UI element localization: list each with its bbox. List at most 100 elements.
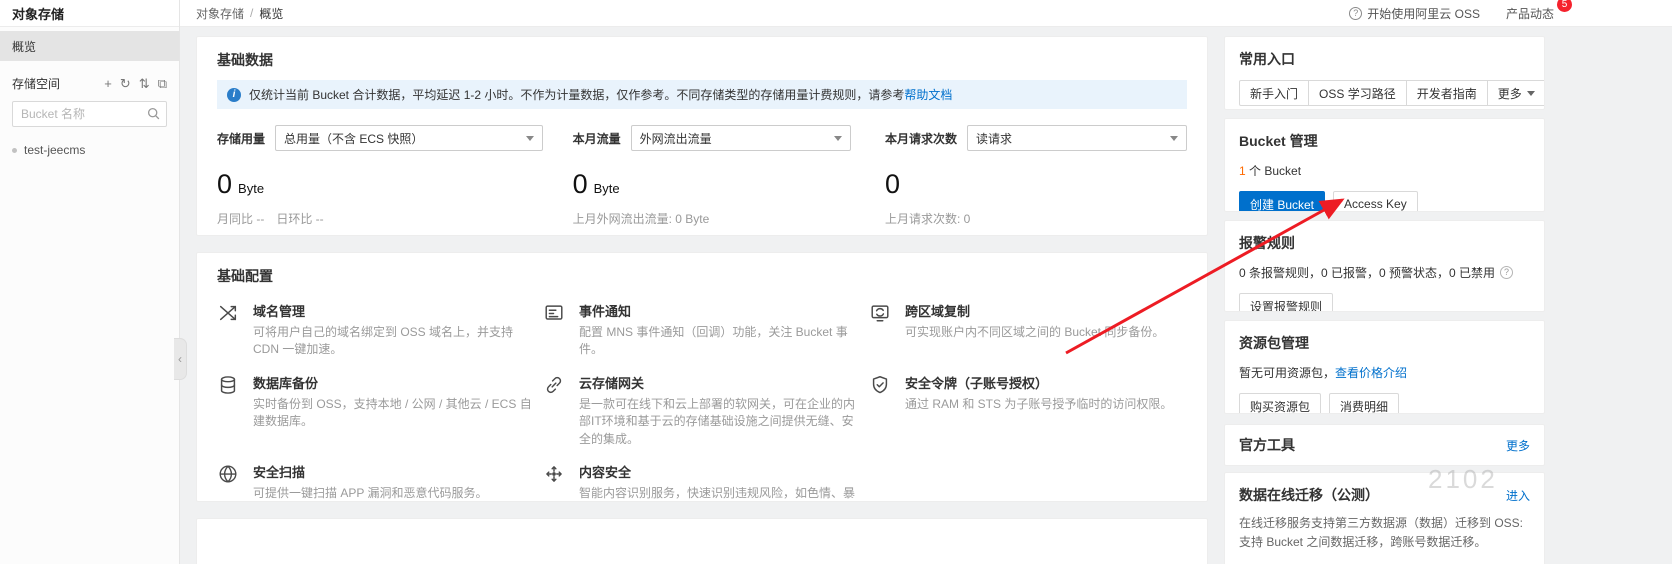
resource-buttons: 购买资源包 消费明细 [1239,393,1530,414]
search-icon[interactable] [147,107,160,123]
notification-badge: 5 [1557,0,1572,12]
feature-desc: 配置 MNS 事件通知（回调）功能，关注 Bucket 事件。 [579,324,861,359]
storage-usage-value: 0 [217,169,232,200]
tools-more-link[interactable]: 更多 [1506,437,1530,454]
monthly-requests-value: 0 [885,169,900,200]
feature-database-backup[interactable]: 数据库备份 实时备份到 OSS，支持本地 / 公网 / 其他云 / ECS 自建… [217,373,535,448]
bucket-name: test-jeecms [24,143,85,157]
monthly-requests-select-value: 读请求 [976,130,1012,147]
feature-desc: 可提供一键扫描 APP 漏洞和恶意代码服务。 [253,485,487,502]
feature-title: 域名管理 [253,301,535,320]
info-banner-body: 仅统计当前 Bucket 合计数据，平均延迟 1-2 小时。不作为计量数据，仅作… [249,88,904,102]
resource-packages-text: 暂无可用资源包，查看价格介绍 [1239,364,1530,381]
feature-cloud-storage-gateway[interactable]: 云存储网关 是一款可在线下和云上部署的软网关，可在企业的内部IT环境和基于云的存… [543,373,861,448]
developer-guide-button[interactable]: 开发者指南 [1406,80,1488,106]
chevron-down-icon [834,136,842,141]
feature-domain-management[interactable]: 域名管理 可将用户自己的域名绑定到 OSS 域名上，并支持 CDN 一键加速。 [217,301,535,359]
monthly-requests-select[interactable]: 读请求 [967,125,1187,151]
quick-entry-card: 常用入口 新手入门 OSS 学习路径 开发者指南 更多 [1224,36,1545,110]
quick-entry-title: 常用入口 [1239,49,1530,69]
resource-packages-title: 资源包管理 [1239,333,1530,353]
bucket-toolbar: + ↻ ⇅ ⧉ [104,76,167,92]
watermark-text: 2102 [1428,464,1498,495]
get-started-label: 开始使用阿里云 OSS [1367,5,1480,22]
storage-usage-select-value: 总用量（不含 ECS 快照） [284,130,423,147]
monthly-traffic-footnote: 上月外网流出流量: 0 Byte [573,210,885,227]
sidebar-title: 对象存储 [0,0,179,27]
popout-icon[interactable]: ⧉ [158,76,167,92]
resource-empty-text: 暂无可用资源包， [1239,366,1335,380]
set-alarm-rules-button[interactable]: 设置报警规则 [1239,293,1333,312]
bucket-search-input[interactable] [12,101,167,127]
bucket-dot-icon [12,148,17,153]
get-started-link[interactable]: ? 开始使用阿里云 OSS [1349,5,1480,22]
consumption-detail-button[interactable]: 消费明细 [1329,393,1399,414]
sort-icon[interactable]: ⇅ [139,76,150,92]
security-scan-icon [217,463,241,502]
add-bucket-icon[interactable]: + [104,76,112,91]
cross-region-replication-icon [869,302,893,359]
sidebar-item-overview[interactable]: 概览 [0,31,179,61]
bucket-search [12,101,167,127]
feature-security-scan[interactable]: 安全扫描 可提供一键扫描 APP 漏洞和恶意代码服务。 [217,462,535,502]
bucket-section-label: 存储空间 [12,75,60,92]
data-migration-title: 数据在线迁移（公测） [1239,485,1379,505]
content-safety-icon [543,463,567,502]
feature-title: 事件通知 [579,301,861,320]
getting-started-button[interactable]: 新手入门 [1239,80,1309,106]
feature-grid: 域名管理 可将用户自己的域名绑定到 OSS 域名上，并支持 CDN 一键加速。 … [217,301,1187,502]
breadcrumb-separator: / [250,6,253,20]
monthly-traffic-value: 0 [573,169,588,200]
monthly-traffic-select[interactable]: 外网流出流量 [631,125,851,151]
feature-title: 数据库备份 [253,373,535,392]
migration-enter-link[interactable]: 进入 [1506,487,1530,504]
feature-event-notification[interactable]: 事件通知 配置 MNS 事件通知（回调）功能，关注 Bucket 事件。 [543,301,861,359]
official-tools-title: 官方工具 [1239,435,1295,455]
feature-cross-region-replication[interactable]: 跨区域复制 可实现账户内不同区域之间的 Bucket 同步备份。 [869,301,1187,359]
alarm-buttons: 设置报警规则 [1239,293,1530,312]
breadcrumb-root[interactable]: 对象存储 [196,5,244,22]
alarm-summary-text: 0 条报警规则，0 已报警，0 预警状态，0 已禁用 [1239,264,1495,281]
storage-usage-label: 存储用量 [217,130,265,147]
breadcrumb: 对象存储 / 概览 [196,5,283,22]
storage-usage-footnote: 月同比 -- 日环比 -- [217,210,573,227]
domain-management-icon [217,302,241,359]
monthly-requests-metric: 本月请求次数 读请求 0 上月请求次数: 0 [885,125,1187,227]
basic-config-card: 基础配置 域名管理 可将用户自己的域名绑定到 OSS 域名上，并支持 CDN 一… [196,252,1208,502]
sidebar-overview-label: 概览 [12,38,36,55]
feature-security-token[interactable]: 安全令牌（子账号授权） 通过 RAM 和 STS 为子账号授予临时的访问权限。 [869,373,1187,448]
storage-usage-select[interactable]: 总用量（不含 ECS 快照） [275,125,543,151]
cloud-storage-gateway-icon [543,374,567,448]
bucket-management-buttons: 创建 Bucket Access Key [1239,191,1530,212]
basic-data-title: 基础数据 [217,50,1187,70]
info-banner-text: 仅统计当前 Bucket 合计数据，平均延迟 1-2 小时。不作为计量数据，仅作… [249,86,952,103]
price-intro-link[interactable]: 查看价格介绍 [1335,366,1407,380]
feature-title: 安全扫描 [253,462,487,481]
product-news-link[interactable]: 产品动态 5 [1506,5,1560,22]
refresh-icon[interactable]: ↻ [120,76,131,92]
resource-packages-card: 资源包管理 暂无可用资源包，查看价格介绍 购买资源包 消费明细 [1224,320,1545,414]
feature-title: 内容安全 [579,462,861,481]
question-circle-icon[interactable]: ? [1500,266,1513,279]
monthly-traffic-unit: Byte [594,181,620,196]
more-button[interactable]: 更多 [1487,80,1545,106]
help-doc-link[interactable]: 帮助文档 [904,88,952,102]
buy-resource-package-button[interactable]: 购买资源包 [1239,393,1321,414]
feature-desc: 实时备份到 OSS，支持本地 / 公网 / 其他云 / ECS 自建数据库。 [253,396,535,431]
oss-learning-path-button[interactable]: OSS 学习路径 [1308,80,1407,106]
feature-desc: 智能内容识别服务，快速识别违规风险，如色情、暴恐、垃圾广告等。 [579,485,861,502]
create-bucket-button[interactable]: 创建 Bucket [1239,191,1325,212]
feature-content-safety[interactable]: 内容安全 智能内容识别服务，快速识别违规风险，如色情、暴恐、垃圾广告等。 [543,462,861,502]
storage-usage-metric: 存储用量 总用量（不含 ECS 快照） 0 Byte 月同比 -- 日环比 -- [217,125,573,227]
more-button-label: 更多 [1498,85,1522,102]
basic-data-card: 基础数据 i 仅统计当前 Bucket 合计数据，平均延迟 1-2 小时。不作为… [196,36,1208,236]
access-key-button[interactable]: Access Key [1333,191,1418,212]
bucket-list-item[interactable]: test-jeecms [0,143,179,157]
product-news-label: 产品动态 [1506,7,1554,21]
sidebar-collapse-handle[interactable]: ‹ [174,338,187,380]
feature-desc: 可实现账户内不同区域之间的 Bucket 同步备份。 [905,324,1164,341]
bucket-count-suffix: 个 Bucket [1246,164,1301,178]
bucket-management-title: Bucket 管理 [1239,131,1530,151]
feature-desc: 是一款可在线下和云上部署的软网关，可在企业的内部IT环境和基于云的存储基础设施之… [579,396,861,448]
chevron-down-icon [1170,136,1178,141]
